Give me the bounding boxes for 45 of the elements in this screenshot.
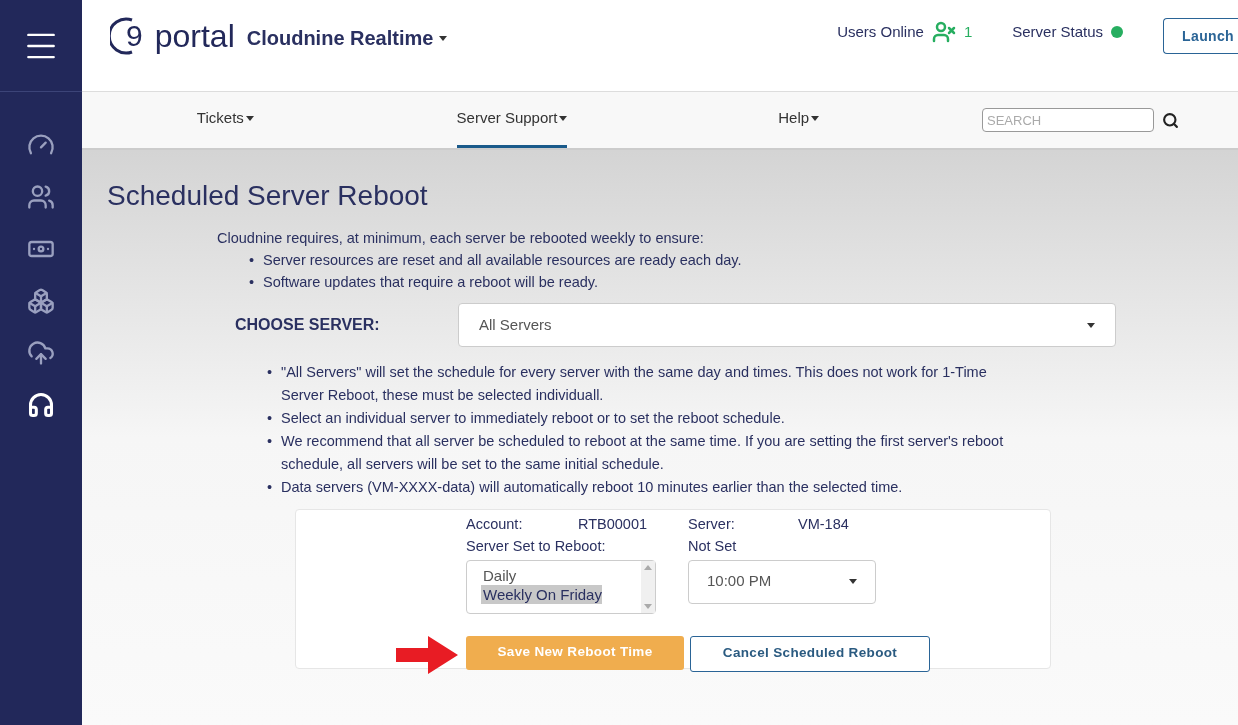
caret-icon bbox=[1087, 322, 1095, 328]
launch-button[interactable]: Launch bbox=[1163, 18, 1238, 54]
account-value: RTB00001 bbox=[578, 515, 648, 534]
caret-icon bbox=[559, 116, 568, 121]
company-dropdown[interactable]: Cloudnine Realtime bbox=[246, 23, 448, 53]
cancel-button[interactable]: Cancel Scheduled Reboot bbox=[690, 635, 930, 672]
bullet: • bbox=[267, 432, 274, 451]
frequency-option[interactable]: Daily bbox=[483, 565, 517, 585]
nav-tab[interactable]: Tickets bbox=[196, 92, 254, 148]
time-select[interactable]: 10:00 PM bbox=[688, 559, 876, 604]
caret-icon bbox=[849, 579, 857, 584]
set-to-reboot-label: Server Set to Reboot: bbox=[466, 536, 607, 556]
users-online-label: Users Online bbox=[837, 21, 924, 42]
requirement-item: Software updates that require a reboot will be ready. bbox=[263, 273, 599, 292]
frequency-option[interactable]: Weekly On Friday bbox=[481, 584, 602, 604]
info-item: We recommend that all server be scheduled to reboot at the same time. If you are setting the first server's reboot schedule, all servers will be set to the same initial schedule. bbox=[281, 432, 1005, 474]
bullet: • bbox=[249, 273, 256, 292]
info-item: Data servers (VM-XXXX-data) will automatically reboot 10 minutes earlier than the selected time. bbox=[281, 478, 903, 497]
server-select[interactable]: All Servers bbox=[458, 303, 1116, 347]
bullet: • bbox=[249, 251, 256, 270]
frequency-list[interactable]: Daily Weekly On Friday bbox=[466, 559, 656, 614]
arrow-icon bbox=[396, 635, 458, 674]
search-field[interactable]: SEARCH bbox=[982, 108, 1154, 132]
page-title: Scheduled Server Reboot bbox=[107, 179, 429, 213]
server-value: VM-184 bbox=[798, 515, 849, 534]
account-label: Account: bbox=[466, 515, 524, 534]
server-label: Server: bbox=[688, 515, 736, 534]
intro-text: Cloudnine requires, at minimum, each server be rebooted weekly to ensure: bbox=[217, 229, 705, 248]
reboot-status: Not Set bbox=[688, 536, 738, 556]
search-icon[interactable] bbox=[1162, 111, 1179, 129]
bullet: • bbox=[267, 363, 274, 382]
users-online-count: 1 bbox=[963, 21, 973, 42]
caret-icon bbox=[811, 116, 820, 121]
info-item: Select an individual server to immediately reboot or to set the reboot schedule. bbox=[281, 409, 785, 428]
nav-tab[interactable]: Help bbox=[778, 92, 820, 148]
info-item: "All Servers" will set the schedule for every server with the same day and times. This does not work for 1-Time Server Reboot, these must be selected individuall. bbox=[281, 363, 988, 405]
portal-logo: 9 portal bbox=[110, 16, 235, 56]
user-icon bbox=[931, 20, 956, 44]
requirement-item: Server resources are reset and all available resources are ready each day. bbox=[263, 251, 742, 270]
bullet: • bbox=[267, 409, 274, 428]
caret-icon bbox=[439, 35, 448, 41]
caret-icon bbox=[245, 116, 254, 121]
choose-server-label: CHOOSE SERVER: bbox=[235, 315, 381, 335]
server-status-label: Server Status bbox=[1012, 21, 1104, 42]
bullet: • bbox=[267, 478, 274, 497]
